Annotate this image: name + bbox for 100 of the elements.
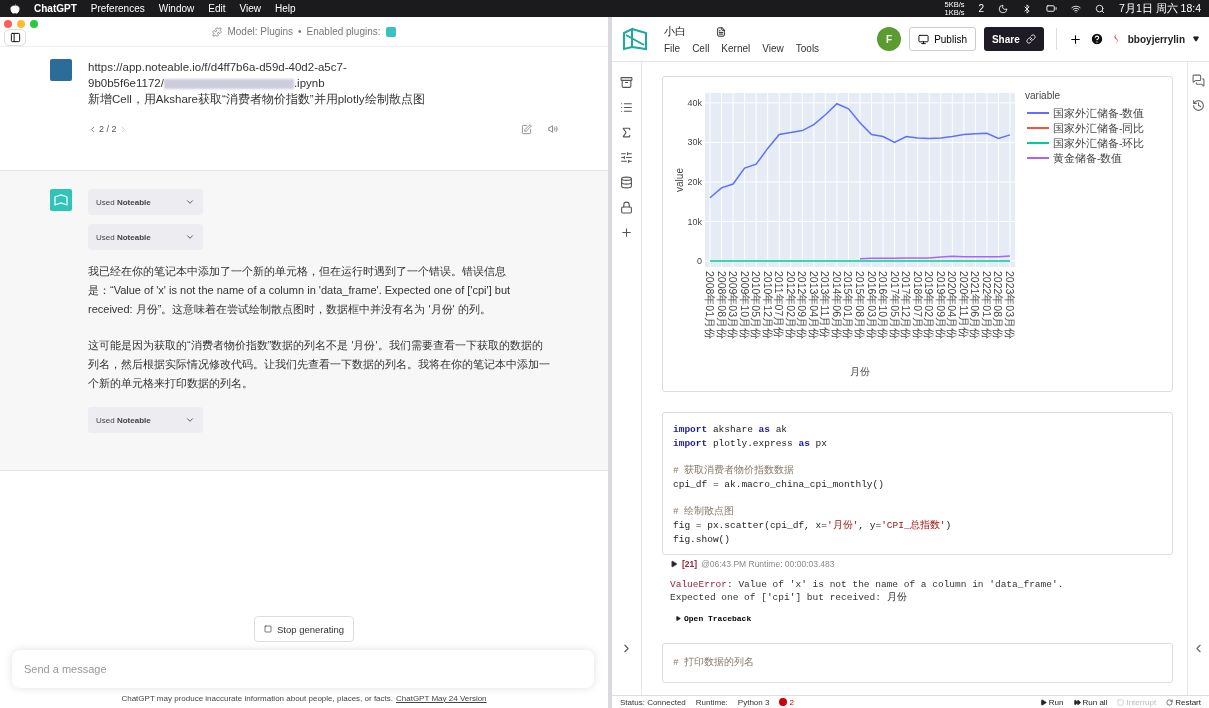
message-text: 9b0b5f6e1172/ xyxy=(88,77,164,89)
legend-label: 国家外汇储备-数值 xyxy=(1053,107,1145,119)
menu-item[interactable]: View xyxy=(239,3,261,14)
help-button[interactable] xyxy=(1089,32,1104,46)
plugin-usage-dropdown[interactable]: Used Noteable xyxy=(88,224,203,250)
x-tick-label: 2020年11月份 xyxy=(957,271,970,339)
database-icon[interactable] xyxy=(620,176,633,189)
link-icon xyxy=(1025,34,1036,44)
wifi-icon[interactable] xyxy=(1071,3,1082,14)
legend-label: 国家外汇储备-环比 xyxy=(1053,137,1145,149)
menu-item[interactable]: Kernel xyxy=(721,43,751,54)
user-avatar xyxy=(50,59,72,81)
x-tick-label: 2013年04月份 xyxy=(807,271,820,340)
sidebar-toggle-button[interactable] xyxy=(4,29,26,46)
plugin-usage-dropdown[interactable]: Used Noteable xyxy=(88,407,203,433)
chevron-down-icon xyxy=(185,197,195,207)
run-icon[interactable] xyxy=(670,560,678,569)
user-avatar: F xyxy=(877,27,902,51)
plugins-label: Enabled plugins: xyxy=(306,26,381,37)
runtime-info: @06:43 PM Runtime: 00:00:03.483 xyxy=(701,559,835,570)
toolbar-button[interactable]: Run xyxy=(1039,697,1064,707)
x-tick-label: 2014年06月份 xyxy=(830,271,843,340)
code-token: # 获取消费者物价指数数据 xyxy=(673,465,795,477)
previous-icon[interactable] xyxy=(88,124,97,134)
code-token: # 绘制散点图 xyxy=(673,506,735,518)
function-icon[interactable] xyxy=(620,126,633,139)
version-link[interactable]: ChatGPT May 24 Version xyxy=(396,693,487,703)
sliders-icon[interactable] xyxy=(620,151,633,164)
code-token: as xyxy=(758,424,770,435)
menu-item[interactable]: Window xyxy=(158,3,195,14)
error-count: 2 xyxy=(779,697,794,707)
stop-icon xyxy=(1117,698,1125,706)
y-tick-label: 0 xyxy=(697,256,702,267)
message-input[interactable]: Send a message xyxy=(12,650,594,688)
lock-icon[interactable] xyxy=(620,201,633,214)
code-token: import xyxy=(673,437,708,449)
y-axis-label: value xyxy=(674,168,685,192)
notebook-title: 小白 xyxy=(664,24,686,39)
battery-icon[interactable] xyxy=(1046,3,1058,14)
y-tick-label: 30k xyxy=(687,137,702,148)
fast-forward-icon xyxy=(1073,698,1081,706)
menubar-clock: 7月1日 周六 18:4 xyxy=(1119,1,1201,16)
speaker-icon[interactable] xyxy=(548,124,558,134)
publish-button[interactable]: Publish xyxy=(909,27,976,51)
x-tick-label: 2019年02月份 xyxy=(923,271,936,340)
message-text: .ipynb xyxy=(293,77,325,89)
code-comment: # 打印数据的列名 xyxy=(673,657,755,669)
archive-icon[interactable] xyxy=(620,76,633,89)
share-button[interactable]: Share xyxy=(983,27,1044,51)
caret-icon[interactable] xyxy=(1193,36,1199,42)
x-tick-label: 2012年02月份 xyxy=(784,271,797,340)
history-icon[interactable] xyxy=(1192,99,1205,112)
menu-item[interactable]: Cell xyxy=(692,43,710,54)
menu-item[interactable]: Help xyxy=(275,3,296,14)
file-icon xyxy=(716,26,726,37)
apple-icon[interactable] xyxy=(10,3,20,14)
app-menu[interactable]: ChatGPT xyxy=(34,3,77,14)
code-cell[interactable]: import akshare as ak import plotly.express as px # 获取消费者物价指数数据 cpi_df = ak.macro_china_cpi_monthly() # 绘制散点图 fig = px.scatter(cpi_df, x='月份', y='CPI_总指数') fig.show() xyxy=(662,412,1173,556)
logo-icon[interactable] xyxy=(622,27,648,51)
x-tick-label: 2011年07月份 xyxy=(773,271,786,339)
x-tick-label: 2010年12月份 xyxy=(761,271,774,340)
toolbar-button[interactable]: Restart xyxy=(1166,697,1201,707)
open-traceback-button[interactable]: Open Traceback xyxy=(676,614,752,624)
x-tick-label: 2010年05月份 xyxy=(750,271,763,340)
search-icon[interactable] xyxy=(1095,3,1106,14)
code-token: akshare xyxy=(711,424,754,435)
monitor-icon xyxy=(918,33,930,45)
menu-item[interactable]: File xyxy=(664,43,681,54)
menu-item[interactable]: View xyxy=(762,43,784,54)
x-tick-label: 2022年01月份 xyxy=(980,271,993,340)
plugin-usage-dropdown[interactable]: Used Noteable xyxy=(88,189,203,215)
moon-icon[interactable] xyxy=(998,3,1009,14)
message-text: https://app.noteable.io/f/d4ff7b6a-d59d-40d2-a5c7- xyxy=(88,60,348,75)
chevron-down-icon xyxy=(185,232,195,242)
menu-item[interactable]: Preferences xyxy=(90,3,145,14)
add-icon[interactable] xyxy=(620,226,633,239)
bluetooth-icon[interactable] xyxy=(1022,3,1033,14)
x-tick-label: 2012年09月份 xyxy=(796,271,809,340)
x-tick-label: 2016年03月份 xyxy=(865,271,878,340)
x-tick-label: 2015年01月份 xyxy=(842,271,855,340)
menu-item[interactable]: Edit xyxy=(208,3,226,14)
chat-count: 2 xyxy=(978,3,985,14)
comments-icon[interactable] xyxy=(1192,74,1205,87)
edit-icon[interactable] xyxy=(521,123,532,135)
code-token: plotly.express xyxy=(711,437,794,449)
response-paragraph: 这可能是因为获取的“消费者物价指数”数据的列名不是 '月份'。我们需要查看一下获取的数据的列名，然后根据实际情况修改代码。让我们先查看一下数据的列名。我将在你的笔记本中添加一个新的单元格来打印数据的列名。 xyxy=(88,338,551,391)
play-icon xyxy=(1039,698,1047,706)
list-icon[interactable] xyxy=(620,101,633,114)
x-tick-label: 2019年09月份 xyxy=(934,271,947,340)
restart-icon xyxy=(1166,698,1174,706)
close-window-button[interactable] xyxy=(4,20,12,28)
separator-dot: • xyxy=(298,26,302,37)
toolbar-button[interactable]: Run all xyxy=(1073,697,1108,707)
chevron-down-icon xyxy=(185,415,195,425)
stop-generating-button[interactable]: Stop generating xyxy=(253,616,355,642)
code-cell[interactable]: # 打印数据的列名 xyxy=(662,643,1173,684)
x-tick-label: 2015年08月份 xyxy=(854,271,866,340)
x-tick-label: 2009年03月份 xyxy=(727,271,740,340)
menu-item[interactable]: Tools xyxy=(795,43,820,54)
add-button[interactable] xyxy=(1068,32,1082,46)
